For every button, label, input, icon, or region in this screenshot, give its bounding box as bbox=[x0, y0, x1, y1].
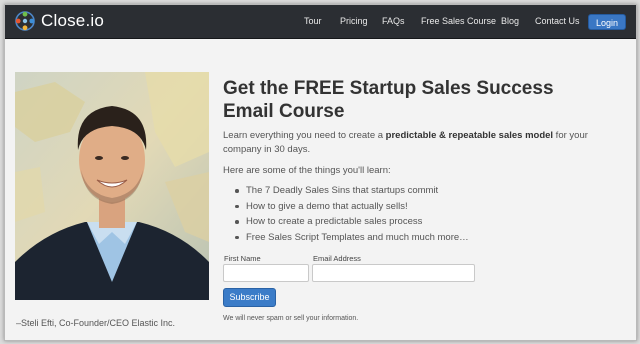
brand-name: Close.io bbox=[41, 11, 105, 30]
photo-caption: –Steli Efti, Co-Founder/CEO Elastic Inc. bbox=[16, 318, 176, 328]
logo[interactable]: Close.io bbox=[15, 11, 104, 31]
first-name-label: First Name bbox=[224, 254, 261, 263]
subscribe-button[interactable]: Subscribe bbox=[223, 288, 276, 307]
learn-list: The 7 Deadly Sales Sins that startups co… bbox=[234, 185, 469, 247]
email-field[interactable] bbox=[312, 264, 475, 282]
nav-tour[interactable]: Tour bbox=[304, 16, 322, 26]
list-item: Free Sales Script Templates and much muc… bbox=[234, 232, 469, 248]
list-item: How to create a predictable sales proces… bbox=[234, 216, 469, 232]
list-item: How to give a demo that actually sells! bbox=[234, 201, 469, 217]
privacy-note: We will never spam or sell your informat… bbox=[223, 315, 359, 322]
founder-portrait-image bbox=[15, 72, 209, 300]
first-name-field[interactable] bbox=[223, 264, 309, 282]
top-nav: Close.io Tour Pricing FAQs Free Sales Co… bbox=[5, 5, 636, 39]
email-label: Email Address bbox=[313, 254, 361, 263]
nav-contact-us[interactable]: Contact Us bbox=[535, 16, 580, 26]
lead-text-start: Learn everything you need to create a bbox=[223, 130, 386, 141]
nav-free-sales-course[interactable]: Free Sales Course bbox=[421, 16, 496, 26]
lead-highlight: predictable & repeatable sales model bbox=[385, 130, 554, 141]
nav-faqs[interactable]: FAQs bbox=[382, 16, 405, 26]
page-title: Get the FREE Startup Sales Success Email… bbox=[223, 78, 554, 122]
founder-photo bbox=[15, 72, 209, 300]
lead-paragraph: Learn everything you need to create a pr… bbox=[223, 129, 623, 157]
nav-blog[interactable]: Blog bbox=[501, 16, 519, 26]
login-button[interactable]: Login bbox=[588, 14, 626, 30]
nav-pricing[interactable]: Pricing bbox=[340, 16, 368, 26]
list-item: The 7 Deadly Sales Sins that startups co… bbox=[234, 185, 469, 201]
learn-subheading: Here are some of the things you'll learn… bbox=[223, 165, 391, 176]
closeio-logo-icon bbox=[15, 11, 35, 31]
browser-frame: Close.io Tour Pricing FAQs Free Sales Co… bbox=[4, 4, 637, 341]
